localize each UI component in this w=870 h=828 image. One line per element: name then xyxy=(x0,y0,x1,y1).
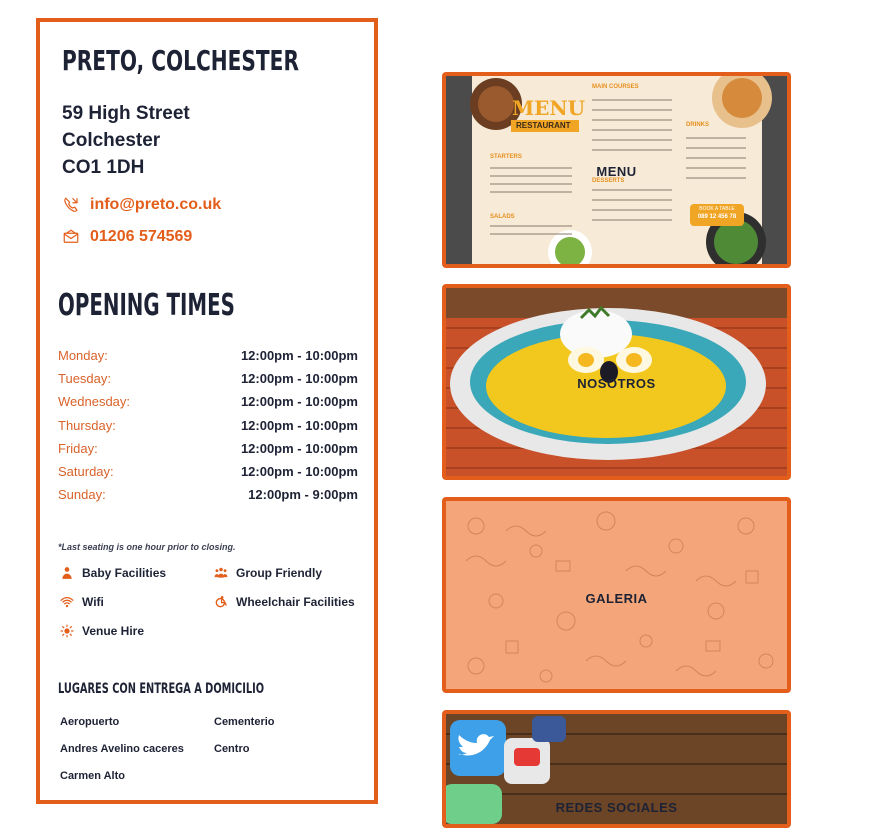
delivery-place: Cementerio xyxy=(214,716,275,728)
hours-row: Wednesday: 12:00pm - 10:00pm xyxy=(58,390,358,413)
hours-time: 12:00pm - 10:00pm xyxy=(240,417,358,433)
delivery-place: Carmen Alto xyxy=(60,770,125,782)
envelope-icon xyxy=(63,229,79,243)
facility-label: Venue Hire xyxy=(82,624,145,638)
hours-row: Friday: 12:00pm - 10:00pm xyxy=(58,437,358,460)
hours-day: Sunday: xyxy=(58,487,106,503)
sun-icon xyxy=(60,624,74,638)
hours-row: Saturday: 12:00pm - 10:00pm xyxy=(58,460,358,483)
menu-tile-label: MENU xyxy=(596,164,637,179)
facility-venue: Venue Hire xyxy=(60,624,144,638)
facility-wifi: Wifi xyxy=(60,595,104,609)
hours-time: 12:00pm - 10:00pm xyxy=(240,348,358,364)
hours-day: Tuesday: xyxy=(58,371,111,387)
hours-row: Monday: 12:00pm - 10:00pm xyxy=(58,344,358,367)
nosotros-tile[interactable]: NOSOTROS xyxy=(442,284,791,480)
menu-section-salads: SALADS xyxy=(490,214,515,220)
hours-day: Saturday: xyxy=(58,464,114,480)
hours-time: 12:00pm - 10:00pm xyxy=(240,394,358,410)
galeria-tile[interactable]: GALERIA xyxy=(442,497,791,693)
address-line-2: Colchester xyxy=(62,130,161,151)
phone-icon xyxy=(64,197,78,212)
person-icon xyxy=(62,567,72,579)
hours-time: 12:00pm - 10:00pm xyxy=(240,464,358,480)
hours-time: 12:00pm - 10:00pm xyxy=(240,371,358,387)
hours-row: Thursday: 12:00pm - 10:00pm xyxy=(58,414,358,437)
menu-image-title: MENU xyxy=(512,96,586,120)
menu-section-starters: STARTERS xyxy=(490,154,522,160)
menu-image-restaurant: RESTAURANT xyxy=(516,121,571,130)
facility-group: Group Friendly xyxy=(214,566,322,580)
hours-day: Monday: xyxy=(58,348,108,364)
facility-label: Wifi xyxy=(82,595,104,609)
address-line-1: 59 High Street xyxy=(62,103,190,124)
address-block: 59 High Street Colchester CO1 1DH xyxy=(62,100,190,181)
hours-day: Friday: xyxy=(58,440,98,456)
facility-baby: Baby Facilities xyxy=(60,566,166,580)
facility-label: Wheelchair Facilities xyxy=(236,595,355,609)
social-tile[interactable]: REDES SOCIALES xyxy=(442,710,791,828)
email-link[interactable]: info@preto.co.uk xyxy=(62,196,221,214)
facility-wheelchair: Wheelchair Facilities xyxy=(214,595,355,609)
hours-row: Tuesday: 12:00pm - 10:00pm xyxy=(58,367,358,390)
group-icon xyxy=(214,567,228,578)
delivery-place: Andres Avelino caceres xyxy=(60,743,184,755)
delivery-place: Aeropuerto xyxy=(60,716,120,728)
address-line-3: CO1 1DH xyxy=(62,157,145,178)
facility-label: Baby Facilities xyxy=(82,566,167,580)
opening-hours-table: Monday: 12:00pm - 10:00pm Tuesday: 12:00pm… xyxy=(58,344,358,506)
hours-time: 12:00pm - 9:00pm xyxy=(248,487,358,503)
location-card: PRETO, COLCHESTER 59 High Street Colches… xyxy=(36,18,378,804)
menu-section-main: MAIN COURSES xyxy=(592,84,639,90)
nosotros-tile-label: NOSOTROS xyxy=(577,376,656,391)
wifi-icon xyxy=(60,596,74,608)
hours-row: Sunday: 12:00pm - 9:00pm xyxy=(58,483,358,506)
facility-label: Group Friendly xyxy=(236,566,323,580)
hours-time: 12:00pm - 10:00pm xyxy=(240,440,358,456)
galeria-tile-label: GALERIA xyxy=(585,591,648,606)
opening-times-title: OPENING TIMES xyxy=(58,288,235,323)
social-tile-label: REDES SOCIALES xyxy=(555,800,678,815)
hours-day: Wednesday: xyxy=(58,394,131,410)
menu-section-drinks: DRINKS xyxy=(686,122,710,128)
email-text[interactable]: info@preto.co.uk xyxy=(90,196,221,214)
wheelchair-icon xyxy=(215,596,227,608)
delivery-place: Centro xyxy=(214,743,250,755)
menu-book-label: BOOK A TABLE xyxy=(699,206,735,212)
delivery-title: LUGARES CON ENTREGA A DOMICILIO xyxy=(58,681,265,697)
phone-link[interactable]: 01206 574569 xyxy=(62,228,192,246)
menu-tile[interactable]: MENU RESTAURANT MAIN COURSES DRINKS STAR… xyxy=(442,72,791,268)
menu-book-phone: 089 12 456 78 xyxy=(697,214,737,220)
location-title: PRETO, COLCHESTER xyxy=(62,44,299,77)
last-seating-note: *Last seating is one hour prior to closi… xyxy=(58,542,236,552)
phone-text[interactable]: 01206 574569 xyxy=(90,228,192,246)
hours-day: Thursday: xyxy=(58,417,116,433)
